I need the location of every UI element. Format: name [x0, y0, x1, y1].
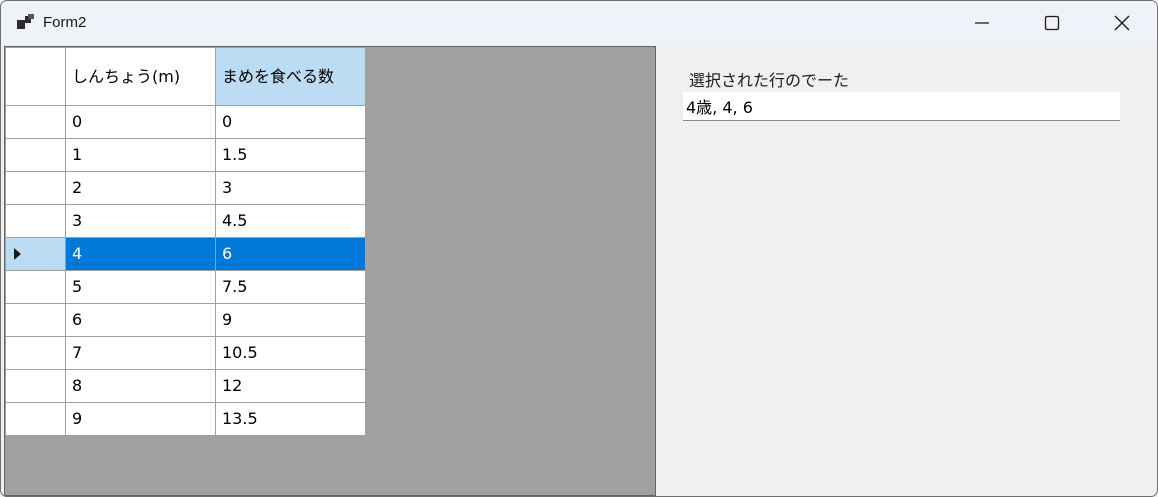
table-row[interactable]: 3 4.5 [5, 204, 366, 238]
cell-beans[interactable]: 6 [215, 237, 366, 271]
title-bar[interactable]: Form2 [1, 1, 1157, 45]
row-header[interactable] [5, 336, 66, 370]
table-row[interactable]: 00 [5, 105, 366, 139]
cell-beans[interactable]: 12 [215, 369, 366, 403]
row-header[interactable] [5, 138, 66, 172]
close-button[interactable] [1087, 1, 1157, 45]
row-header[interactable] [5, 237, 66, 271]
table-row[interactable]: 46 [5, 237, 366, 271]
cell-height[interactable]: 5 [65, 270, 216, 304]
cell-height[interactable]: 3 [65, 204, 216, 238]
app-icon [17, 14, 34, 29]
cell-height[interactable]: 4 [65, 237, 216, 271]
grid-header-row: しんちょう(m) まめを食べる数 [5, 47, 366, 106]
form2-window: Form2 しんちょう(m) まめを食べる数 0 0 1 1.5 2 3 3 4… [0, 0, 1158, 497]
table-row[interactable]: 69 [5, 303, 366, 337]
grid-corner-header[interactable] [5, 47, 66, 106]
row-header[interactable] [5, 270, 66, 304]
cell-beans[interactable]: 9 [215, 303, 366, 337]
cell-beans[interactable]: 13.5 [215, 402, 366, 436]
cell-beans[interactable]: 4.5 [215, 204, 366, 238]
cell-beans[interactable]: 10.5 [215, 336, 366, 370]
minimize-button[interactable] [947, 1, 1017, 45]
cell-beans[interactable]: 1.5 [215, 138, 366, 172]
maximize-icon [1044, 15, 1060, 31]
grid-body: 0 0 1 1.5 2 3 3 4.5 4 6 5 7.5 6 9 7 10.5 8 12 9 13.5 [5, 105, 366, 436]
minimize-icon [975, 22, 989, 24]
cell-height[interactable]: 9 [65, 402, 216, 436]
table-row[interactable]: 5 7.5 [5, 270, 366, 304]
cell-height[interactable]: 6 [65, 303, 216, 337]
row-header[interactable] [5, 204, 66, 238]
data-grid-table: しんちょう(m) まめを食べる数 0 0 1 1.5 2 3 3 4.5 4 6 5 7.5 6 9 7 10… [5, 47, 366, 436]
cell-height[interactable]: 7 [65, 336, 216, 370]
row-header[interactable] [5, 303, 66, 337]
maximize-button[interactable] [1017, 1, 1087, 45]
column-header-beans[interactable]: まめを食べる数 [215, 47, 366, 106]
cell-beans[interactable]: 3 [215, 171, 366, 205]
table-row[interactable]: 9 13.5 [5, 402, 366, 436]
window-title: Form2 [43, 14, 87, 31]
table-row[interactable]: 7 10.5 [5, 336, 366, 370]
row-header[interactable] [5, 369, 66, 403]
table-row[interactable]: 1 1.5 [5, 138, 366, 172]
row-header[interactable] [5, 171, 66, 205]
cell-beans[interactable]: 7.5 [215, 270, 366, 304]
data-grid-view[interactable]: しんちょう(m) まめを食べる数 0 0 1 1.5 2 3 3 4.5 4 6 5 7.5 6 9 7 10… [4, 46, 656, 496]
cell-height[interactable]: 8 [65, 369, 216, 403]
close-icon [1114, 15, 1130, 31]
row-header[interactable] [5, 402, 66, 436]
selected-row-label: 選択された行のでーた [689, 71, 850, 90]
current-row-arrow-icon [14, 248, 27, 260]
cell-height[interactable]: 2 [65, 171, 216, 205]
selected-row-textbox[interactable] [683, 92, 1120, 121]
table-row[interactable]: 23 [5, 171, 366, 205]
cell-height[interactable]: 1 [65, 138, 216, 172]
cell-height[interactable]: 0 [65, 105, 216, 139]
row-header[interactable] [5, 105, 66, 139]
table-row[interactable]: 8 12 [5, 369, 366, 403]
column-header-height[interactable]: しんちょう(m) [65, 47, 216, 106]
cell-beans[interactable]: 0 [215, 105, 366, 139]
